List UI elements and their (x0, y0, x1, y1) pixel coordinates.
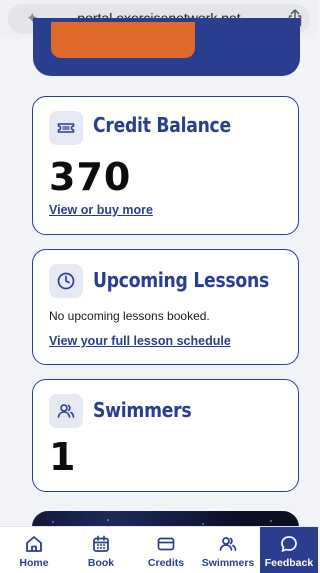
upcoming-lessons-card: Upcoming Lessons No upcoming lessons boo… (32, 249, 299, 365)
view-or-buy-more-link[interactable]: View or buy more (49, 203, 153, 217)
ticket-icon (49, 111, 83, 145)
swimmers-title: Swimmers (93, 398, 192, 422)
hero-banner (33, 18, 300, 76)
hero-button[interactable] (51, 22, 195, 58)
users-icon (49, 394, 83, 428)
credit-balance-value: 370 (49, 155, 132, 199)
swimmers-count: 1 (49, 435, 77, 479)
card-icon (157, 537, 175, 551)
chat-bubble-icon (281, 536, 297, 552)
nav-credits-label: Credits (147, 557, 185, 569)
view-lesson-schedule-link[interactable]: View your full lesson schedule (49, 334, 231, 348)
bottom-navigation: Home Book Credits Swimmers Feedback (0, 526, 318, 573)
nav-book[interactable]: Book (70, 527, 132, 573)
nav-feedback-label: Feedback (264, 557, 314, 569)
calendar-icon (93, 535, 109, 552)
credit-balance-card: Credit Balance 370 View or buy more (32, 96, 299, 235)
upcoming-lessons-title: Upcoming Lessons (93, 268, 269, 292)
users-icon (219, 537, 237, 551)
credit-balance-title: Credit Balance (93, 113, 231, 137)
nav-home[interactable]: Home (4, 527, 64, 573)
clock-icon (49, 264, 83, 298)
no-lessons-message: No upcoming lessons booked. (49, 309, 210, 323)
nav-credits[interactable]: Credits (136, 527, 196, 573)
nav-swimmers[interactable]: Swimmers (196, 527, 260, 573)
nav-swimmers-label: Swimmers (201, 557, 255, 569)
home-icon (26, 536, 42, 552)
nav-home-label: Home (19, 557, 49, 569)
swimmers-card: Swimmers 1 (32, 379, 299, 492)
nav-feedback[interactable]: Feedback (260, 527, 318, 573)
nav-book-label: Book (87, 557, 115, 569)
